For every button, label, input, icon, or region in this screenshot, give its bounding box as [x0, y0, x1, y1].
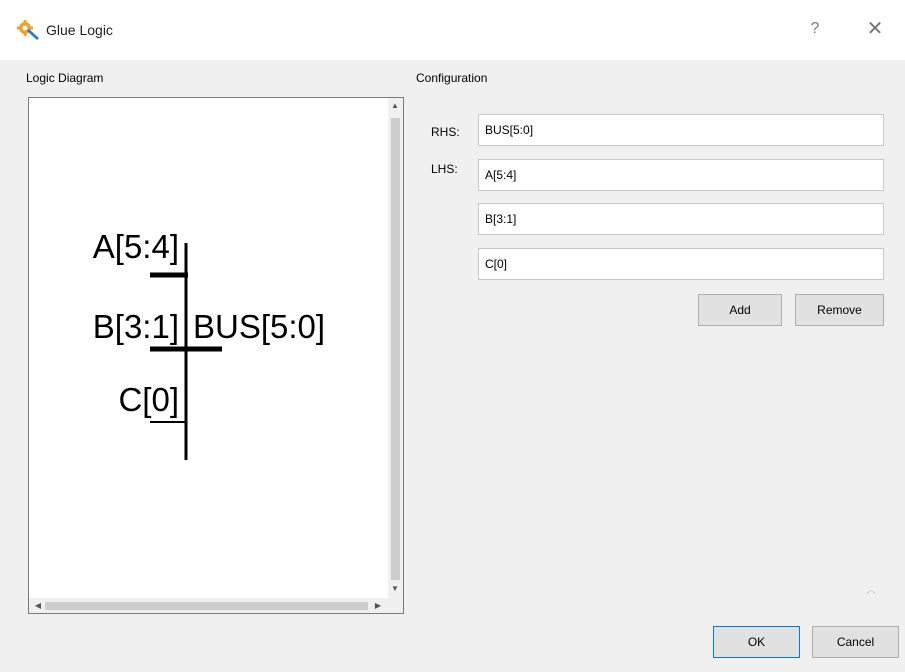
configuration-heading: Configuration — [416, 71, 488, 85]
lhs-input-1[interactable] — [478, 203, 884, 235]
rhs-input[interactable] — [478, 114, 884, 146]
title-bar: Glue Logic ? ✕ — [0, 0, 905, 60]
lhs-input-2[interactable] — [478, 248, 884, 280]
rhs-label: RHS: — [431, 125, 460, 139]
diagram-horizontal-scrollbar[interactable]: ◀ ▶ — [29, 598, 389, 613]
window-title: Glue Logic — [46, 22, 113, 38]
ok-button[interactable]: OK — [713, 626, 800, 658]
remove-button[interactable]: Remove — [795, 294, 884, 326]
horizontal-scroll-thumb[interactable] — [45, 602, 368, 610]
scroll-down-arrow-icon[interactable]: ▼ — [388, 584, 402, 593]
help-button[interactable]: ? — [800, 14, 830, 44]
logic-diagram-canvas: A[5:4] B[3:1] BUS[5:0] C[0] — [93, 228, 325, 460]
vertical-scroll-thumb[interactable] — [391, 118, 400, 580]
logic-diagram-heading: Logic Diagram — [26, 71, 104, 85]
collapse-caret-icon: ︿ — [866, 585, 876, 596]
diagram-vertical-scrollbar[interactable]: ▲ ▼ — [388, 98, 403, 598]
scroll-up-arrow-icon[interactable]: ▲ — [388, 101, 402, 110]
close-button[interactable]: ✕ — [860, 14, 890, 44]
scroll-left-arrow-icon[interactable]: ◀ — [31, 601, 45, 610]
add-button[interactable]: Add — [698, 294, 782, 326]
cancel-button[interactable]: Cancel — [812, 626, 899, 658]
logic-diagram-panel: A[5:4] B[3:1] BUS[5:0] C[0] ▲ ▼ ◀ ▶ — [28, 97, 404, 614]
diagram-input-b: B[3:1] — [93, 308, 179, 345]
diagram-input-a: A[5:4] — [93, 228, 179, 265]
lhs-label: LHS: — [431, 162, 458, 176]
gear-wrench-icon — [17, 20, 39, 40]
scrollbar-corner — [388, 598, 403, 613]
lhs-input-0[interactable] — [478, 159, 884, 191]
scroll-right-arrow-icon[interactable]: ▶ — [371, 601, 385, 610]
diagram-output-bus: BUS[5:0] — [193, 308, 325, 345]
diagram-input-c: C[0] — [118, 381, 179, 418]
